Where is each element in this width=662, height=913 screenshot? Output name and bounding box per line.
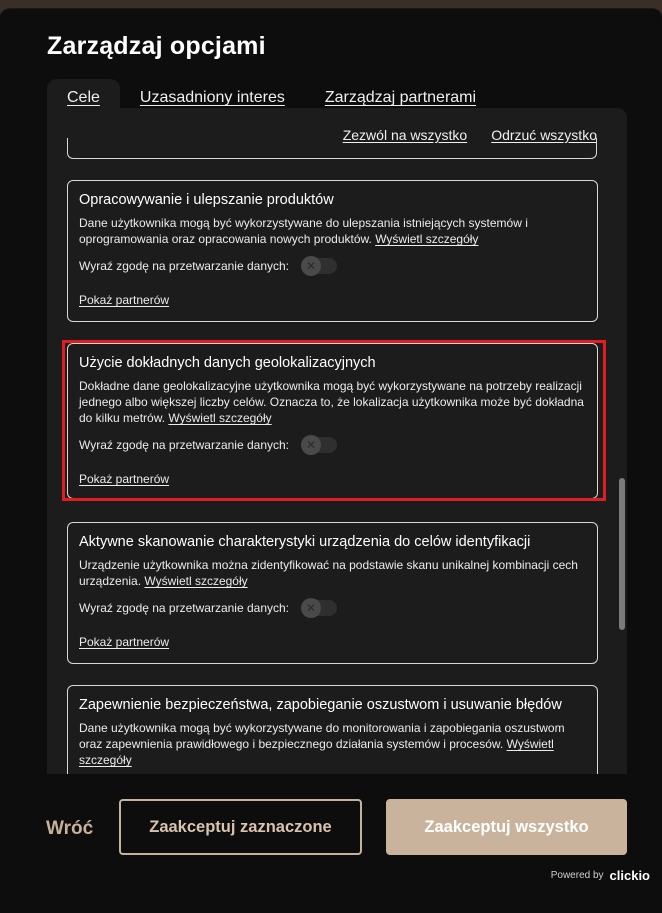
purpose-title: Aktywne skanowanie charakterystyki urząd…	[79, 534, 531, 550]
modal-title: Zarządzaj opcjami	[47, 32, 266, 60]
show-partners-link[interactable]: Pokaż partnerów	[79, 293, 169, 307]
purpose-card: Opracowywanie i ulepszanie produktów Dan…	[67, 180, 598, 322]
purpose-title: Zapewnienie bezpieczeństwa, zapobieganie…	[79, 697, 562, 713]
accept-selected-button[interactable]: Zaakceptuj zaznaczone	[119, 799, 362, 855]
consent-label: Wyraź zgodę na przetwarzanie danych:	[79, 259, 289, 273]
previous-card-edge	[67, 138, 597, 159]
close-icon: ✕	[301, 598, 321, 618]
details-link[interactable]: Wyświetl szczegóły	[144, 574, 247, 588]
panel-scrollbar[interactable]	[619, 478, 625, 630]
show-partners-link[interactable]: Pokaż partnerów	[79, 635, 169, 649]
consent-row: Wyraź zgodę na przetwarzanie danych: ✕	[79, 256, 337, 276]
purpose-card: Aktywne skanowanie charakterystyki urząd…	[67, 522, 598, 664]
powered-by-label: Powered by	[550, 870, 604, 881]
consent-toggle[interactable]: ✕	[301, 598, 337, 618]
highlight-box	[62, 340, 606, 501]
back-button[interactable]: Wróć	[46, 818, 93, 840]
purpose-card: Zapewnienie bezpieczeństwa, zapobieganie…	[67, 685, 598, 774]
purpose-description: Dane użytkownika mogą być wykorzystywane…	[79, 216, 528, 246]
consent-label: Wyraź zgodę na przetwarzanie danych:	[79, 601, 289, 615]
purpose-title: Opracowywanie i ulepszanie produktów	[79, 192, 334, 208]
powered-by: Powered by clickio	[551, 868, 650, 883]
brand-logo[interactable]: clickio	[610, 868, 650, 883]
purpose-description: Urządzenie użytkownika można zidentyfiko…	[79, 558, 578, 588]
accept-all-button[interactable]: Zaakceptuj wszystko	[386, 799, 627, 855]
consent-toggle[interactable]: ✕	[301, 256, 337, 276]
close-icon: ✕	[301, 256, 321, 276]
details-link[interactable]: Wyświetl szczegóły	[375, 232, 478, 246]
consent-row: Wyraź zgodę na przetwarzanie danych: ✕	[79, 598, 337, 618]
purpose-description: Dane użytkownika mogą być wykorzystywane…	[79, 721, 565, 767]
